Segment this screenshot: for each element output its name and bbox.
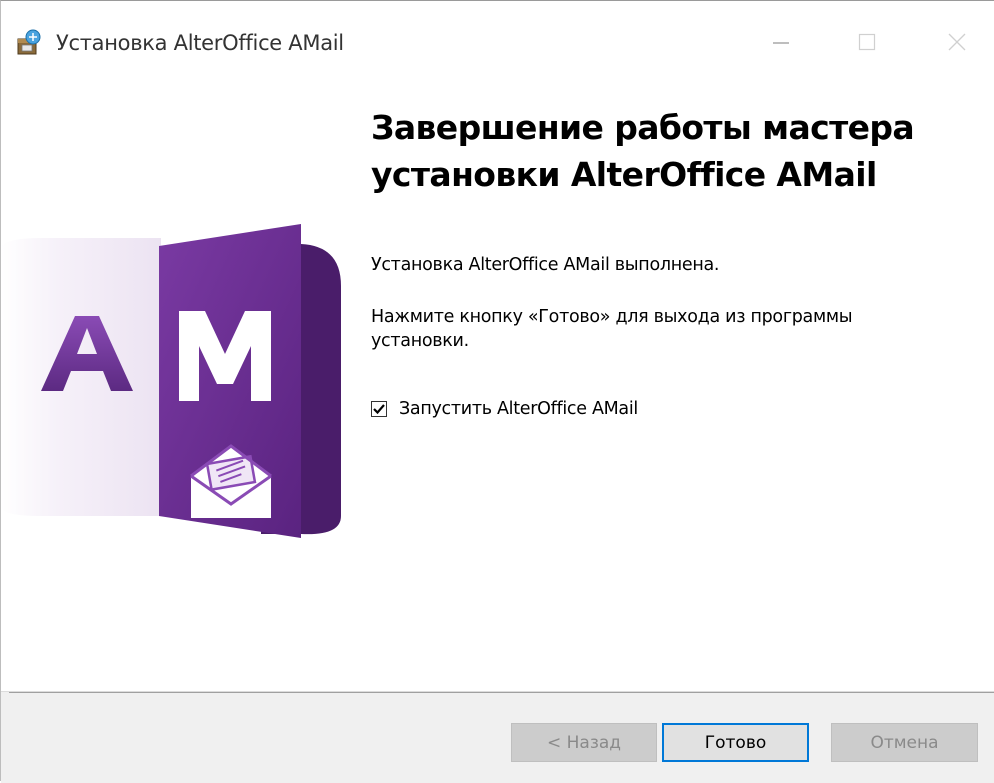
launch-checkbox-row[interactable]: Запустить AlterOffice AMail bbox=[371, 399, 638, 419]
instruction-text: Нажмите кнопку «Готово» для выхода из пр… bbox=[371, 307, 853, 351]
launch-checkbox-label[interactable]: Запустить AlterOffice AMail bbox=[399, 399, 638, 419]
close-button[interactable] bbox=[927, 19, 987, 65]
finish-button[interactable]: Готово bbox=[662, 723, 809, 762]
amail-logo bbox=[1, 216, 346, 551]
minimize-icon bbox=[773, 42, 789, 44]
divider bbox=[9, 692, 994, 693]
close-icon bbox=[948, 33, 966, 51]
page-title-line2: установки AlterOffice AMail bbox=[371, 155, 877, 194]
minimize-button[interactable] bbox=[751, 19, 811, 65]
back-button[interactable]: < Назад bbox=[511, 723, 657, 762]
installer-icon bbox=[15, 29, 43, 57]
status-text: Установка AlterOffice AMail выполнена. bbox=[371, 255, 720, 275]
maximize-icon bbox=[858, 33, 876, 51]
checkmark-icon bbox=[373, 404, 385, 415]
button-bar: < Назад Готово Отмена bbox=[1, 691, 994, 783]
page-title: Завершение работы мастера установки Alte… bbox=[371, 104, 971, 198]
launch-checkbox[interactable] bbox=[371, 401, 387, 417]
installer-window: Установка AlterOffice AMail Завершение р… bbox=[0, 0, 994, 783]
page-title-line1: Завершение работы мастера bbox=[371, 108, 915, 147]
title-bar[interactable]: Установка AlterOffice AMail bbox=[1, 1, 994, 65]
window-title: Установка AlterOffice AMail bbox=[56, 31, 344, 55]
cancel-button[interactable]: Отмена bbox=[831, 723, 978, 762]
maximize-button[interactable] bbox=[837, 19, 897, 65]
